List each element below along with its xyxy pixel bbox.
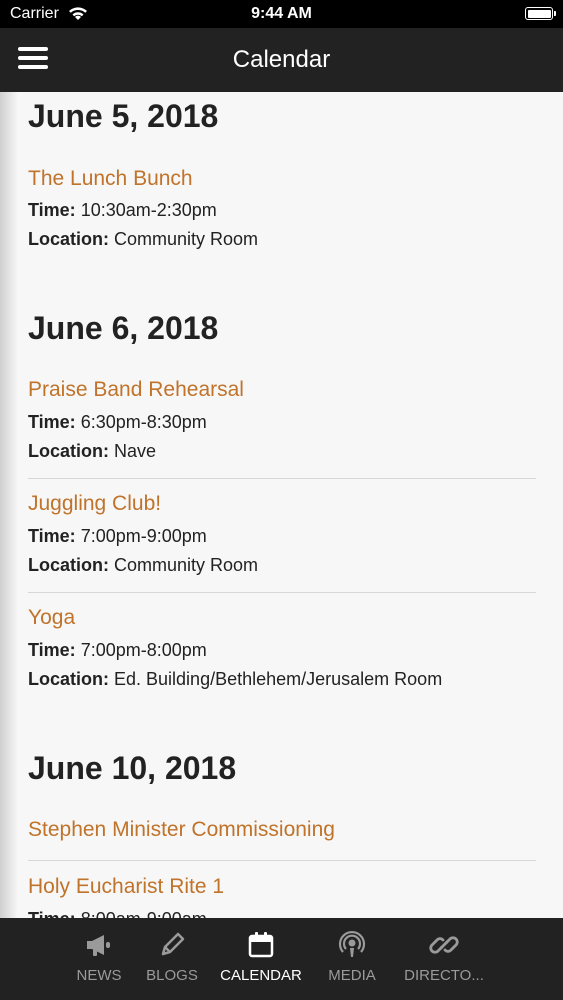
tab-label: BLOGS — [146, 967, 198, 984]
time-label: Time: — [28, 526, 76, 546]
left-edge-shadow — [0, 92, 18, 918]
time-label: Time: — [28, 909, 76, 918]
tab-blogs[interactable]: BLOGS — [127, 918, 217, 1000]
location-value: Ed. Building/Bethlehem/Jerusalem Room — [114, 669, 443, 689]
event-time: Time: 6:30pm-8:30pm — [28, 412, 207, 433]
location-label: Location: — [28, 669, 109, 689]
event-title-link[interactable]: Juggling Club! — [28, 492, 161, 516]
event-title-link[interactable]: Praise Band Rehearsal — [28, 378, 244, 402]
event-title-link[interactable]: Yoga — [28, 606, 75, 630]
time-value: 7:00pm-8:00pm — [80, 640, 207, 660]
location-label: Location: — [28, 555, 109, 575]
tab-label: DIRECTO... — [404, 967, 484, 984]
megaphone-icon — [87, 935, 110, 956]
divider — [28, 478, 536, 479]
location-value: Community Room — [114, 555, 259, 575]
tab-media[interactable]: MEDIA — [307, 918, 397, 1000]
time-value: 8:00am-9:00am — [81, 909, 207, 918]
tab-calendar[interactable]: CALENDAR — [216, 918, 306, 1000]
time-value: 6:30pm-8:30pm — [80, 412, 207, 432]
location-label: Location: — [28, 441, 109, 461]
event-title-link[interactable]: The Lunch Bunch — [28, 167, 193, 191]
event-location: Location: Ed. Building/Bethlehem/Jerusal… — [28, 669, 442, 690]
event-location: Location: Community Room — [28, 555, 258, 576]
link-icon — [429, 936, 459, 954]
page-title: Calendar — [232, 46, 331, 73]
location-value: Nave — [114, 441, 157, 461]
time-value: 7:00pm-9:00pm — [80, 526, 207, 546]
podcast-icon — [338, 930, 366, 957]
location-value: Community Room — [114, 229, 259, 249]
event-location: Location: Nave — [28, 441, 156, 462]
tab-bar: NEWS BLOGS CALENDAR MEDIA DIRECTO... — [0, 918, 563, 1000]
tab-label: CALENDAR — [220, 967, 302, 984]
time-label: Time: — [28, 200, 76, 220]
event-time: Time: 10:30am-2:30pm — [28, 200, 217, 221]
status-time: 9:44 AM — [251, 5, 312, 22]
event-time: Time: 7:00pm-9:00pm — [28, 526, 207, 547]
pencil-icon — [161, 932, 185, 956]
time-label: Time: — [28, 412, 76, 432]
event-title-link[interactable]: Stephen Minister Commissioning — [28, 818, 335, 842]
time-label: Time: — [28, 640, 76, 660]
navigation-bar: Calendar — [0, 28, 563, 92]
battery-icon — [525, 7, 556, 20]
day-heading: June 5, 2018 — [28, 98, 219, 134]
status-bar: Carrier 9:44 AM — [0, 0, 563, 28]
calendar-list[interactable]: June 5, 2018 The Lunch Bunch Time: 10:30… — [0, 92, 563, 918]
tab-label: MEDIA — [328, 967, 376, 984]
event-location: Location: Community Room — [28, 229, 258, 250]
divider — [28, 592, 536, 593]
event-time: Time: 8:00am-9:00am — [28, 909, 207, 918]
event-title-link[interactable]: Holy Eucharist Rite 1 — [28, 875, 224, 899]
day-heading: June 10, 2018 — [28, 750, 237, 786]
tab-directory[interactable]: DIRECTO... — [399, 918, 489, 1000]
divider — [28, 860, 536, 861]
time-value: 10:30am-2:30pm — [80, 200, 217, 220]
calendar-icon — [248, 932, 274, 958]
location-label: Location: — [28, 229, 109, 249]
event-time: Time: 7:00pm-8:00pm — [28, 640, 207, 661]
day-heading: June 6, 2018 — [28, 310, 219, 346]
